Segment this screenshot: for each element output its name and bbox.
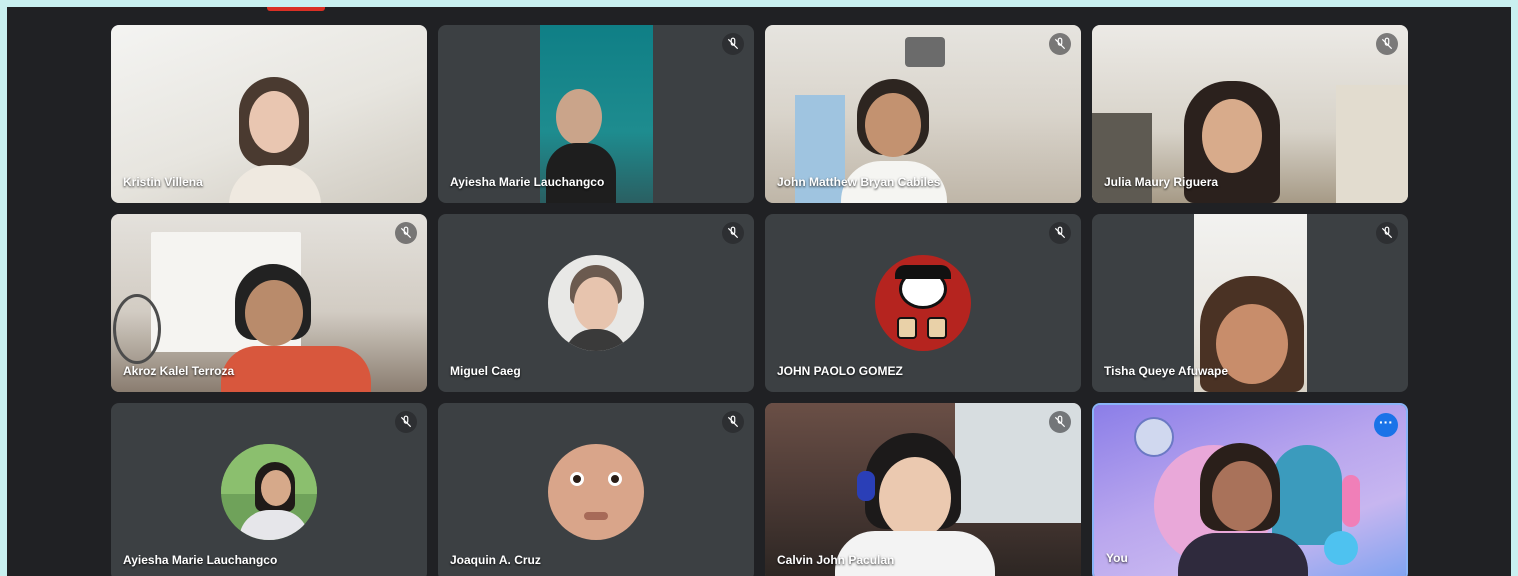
- background-arch: [1336, 85, 1408, 203]
- participant-tile[interactable]: Tisha Queye Afuwape: [1092, 214, 1408, 392]
- participant-name: Ayiesha Marie Lauchangco: [123, 553, 278, 567]
- avatar: [221, 444, 317, 540]
- mic-off-icon: [395, 411, 417, 433]
- participant-name: You: [1106, 551, 1128, 565]
- mic-off-icon: [395, 222, 417, 244]
- avatar: [548, 444, 644, 540]
- participant-face: [245, 280, 303, 346]
- participant-tile[interactable]: Miguel Caeg: [438, 214, 754, 392]
- participant-name: Joaquin A. Cruz: [450, 553, 541, 567]
- participant-name: JOHN PAOLO GOMEZ: [777, 364, 903, 378]
- participant-tile[interactable]: John Matthew Bryan Cabiles: [765, 25, 1081, 203]
- participant-tile[interactable]: Kristin Villena: [111, 25, 427, 203]
- mic-off-icon: [722, 33, 744, 55]
- participant-face: [1212, 461, 1272, 531]
- participant-name: Calvin John Paculan: [777, 553, 895, 567]
- ceiling-fan: [905, 37, 945, 67]
- background-door: [1092, 113, 1152, 203]
- avatar: [548, 255, 644, 351]
- participant-face: [249, 91, 299, 153]
- mic-off-icon: [722, 222, 744, 244]
- mic-off-icon: [1376, 222, 1398, 244]
- self-view-tile[interactable]: ··· You: [1092, 403, 1408, 576]
- participant-name: John Matthew Bryan Cabiles: [777, 175, 941, 189]
- mic-off-icon: [1049, 411, 1071, 433]
- cartoon-character: [1342, 475, 1360, 527]
- participant-face: [556, 89, 602, 145]
- headphones: [857, 471, 875, 501]
- participant-tile[interactable]: Ayiesha Marie Lauchangco: [438, 25, 754, 203]
- meeting-stage: Kristin Villena Ayiesha Marie Lauchangco…: [7, 7, 1511, 576]
- mic-off-icon: [1376, 33, 1398, 55]
- participant-tile[interactable]: Ayiesha Marie Lauchangco: [111, 403, 427, 576]
- participant-shirt: [221, 346, 371, 392]
- participant-shirt: [546, 143, 616, 203]
- participant-tile[interactable]: Akroz Kalel Terroza: [111, 214, 427, 392]
- participant-tile[interactable]: Julia Maury Riguera: [1092, 25, 1408, 203]
- cartoon-character: [1324, 531, 1358, 565]
- participant-tile[interactable]: Joaquin A. Cruz: [438, 403, 754, 576]
- background-arch: [1272, 445, 1342, 545]
- participant-name: Miguel Caeg: [450, 364, 521, 378]
- participant-tile[interactable]: Calvin John Paculan: [765, 403, 1081, 576]
- participant-name: Kristin Villena: [123, 175, 203, 189]
- participant-name: Akroz Kalel Terroza: [123, 364, 235, 378]
- participant-grid: Kristin Villena Ayiesha Marie Lauchangco…: [7, 7, 1511, 576]
- participant-face: [1202, 99, 1262, 173]
- more-options-icon[interactable]: ···: [1374, 413, 1398, 437]
- participant-name: Ayiesha Marie Lauchangco: [450, 175, 605, 189]
- mic-off-icon: [1049, 33, 1071, 55]
- participant-name: Tisha Queye Afuwape: [1104, 364, 1229, 378]
- participant-face: [865, 93, 921, 157]
- participant-tile[interactable]: JOHN PAOLO GOMEZ: [765, 214, 1081, 392]
- mic-off-icon: [1049, 222, 1071, 244]
- participant-shirt: [1178, 533, 1308, 576]
- avatar: [875, 255, 971, 351]
- participant-face: [879, 457, 951, 539]
- mic-off-icon: [722, 411, 744, 433]
- disco-ball: [1134, 417, 1174, 457]
- participant-name: Julia Maury Riguera: [1104, 175, 1219, 189]
- background-fan: [113, 294, 161, 364]
